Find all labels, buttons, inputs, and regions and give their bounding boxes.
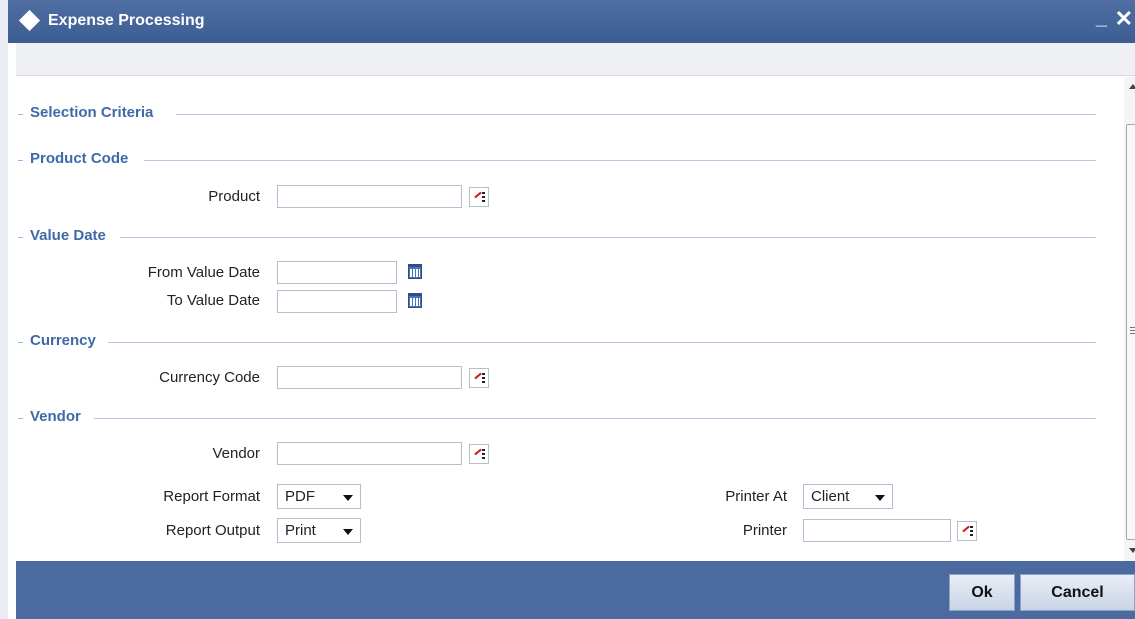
vendor-input[interactable]	[277, 442, 462, 465]
printer-at-value: Client	[811, 488, 850, 505]
vertical-scrollbar[interactable]	[1124, 77, 1135, 561]
product-label: Product	[208, 188, 260, 205]
list-of-values-icon	[962, 525, 970, 533]
section-dash	[18, 160, 23, 161]
list-of-values-icon	[474, 372, 482, 380]
chevron-down-icon	[343, 529, 353, 535]
currency-lov-button[interactable]	[469, 368, 489, 388]
form-content: Selection Criteria Product Code Product …	[16, 77, 1122, 561]
report-format-value: PDF	[285, 488, 315, 505]
section-divider	[176, 114, 1096, 115]
section-dash	[18, 114, 23, 115]
toolbar-strip	[16, 43, 1135, 76]
scroll-up-arrow-icon[interactable]	[1129, 84, 1135, 89]
vendor-lov-button[interactable]	[469, 444, 489, 464]
section-divider	[94, 418, 1096, 419]
section-selection-criteria: Selection Criteria	[16, 104, 1096, 126]
currency-code-label: Currency Code	[159, 369, 260, 386]
section-dash	[18, 342, 23, 343]
product-lov-button[interactable]	[469, 187, 489, 207]
section-divider	[120, 237, 1096, 238]
grip-icon	[1130, 327, 1135, 334]
title-bar: Expense Processing _ ✕	[8, 0, 1135, 43]
section-title: Value Date	[30, 227, 106, 244]
report-output-value: Print	[285, 522, 316, 539]
currency-code-input[interactable]	[277, 366, 462, 389]
printer-label: Printer	[742, 522, 787, 539]
printer-at-select[interactable]: Client	[803, 484, 893, 509]
report-output-label: Report Output	[165, 522, 260, 539]
to-value-date-label: To Value Date	[166, 292, 260, 309]
section-title: Vendor	[30, 408, 81, 425]
section-dash	[18, 418, 23, 419]
scroll-thumb[interactable]	[1126, 124, 1135, 540]
printer-input[interactable]	[803, 519, 951, 542]
report-format-select[interactable]: PDF	[277, 484, 361, 509]
product-input[interactable]	[277, 185, 462, 208]
chevron-down-icon	[875, 495, 885, 501]
window-title: Expense Processing	[48, 12, 205, 29]
chevron-down-icon	[343, 495, 353, 501]
section-vendor: Vendor	[16, 408, 1096, 430]
scroll-down-arrow-icon[interactable]	[1129, 548, 1135, 553]
vendor-label: Vendor	[212, 445, 260, 462]
close-button[interactable]: ✕	[1115, 8, 1133, 30]
cancel-button[interactable]: Cancel	[1020, 574, 1135, 611]
section-dash	[18, 237, 23, 238]
from-value-date-input[interactable]	[277, 261, 397, 284]
section-title: Selection Criteria	[30, 104, 154, 121]
printer-lov-button[interactable]	[957, 521, 977, 541]
section-title: Currency	[30, 332, 96, 349]
to-date-calendar-button[interactable]	[405, 291, 425, 311]
minimize-button[interactable]: _	[1096, 8, 1107, 28]
footer-bar: Ok Cancel	[16, 561, 1135, 619]
from-date-calendar-button[interactable]	[405, 262, 425, 282]
report-output-select[interactable]: Print	[277, 518, 361, 543]
list-of-values-icon	[474, 191, 482, 199]
section-divider	[108, 342, 1096, 343]
diamond-icon	[18, 9, 41, 32]
list-of-values-icon	[474, 448, 482, 456]
report-format-label: Report Format	[163, 488, 260, 505]
section-divider	[144, 160, 1096, 161]
expense-processing-window: Expense Processing _ ✕ Selection Criteri…	[0, 0, 1135, 619]
section-value-date: Value Date	[16, 227, 1096, 249]
ok-button[interactable]: Ok	[949, 574, 1015, 611]
section-currency: Currency	[16, 332, 1096, 354]
from-value-date-label: From Value Date	[147, 264, 260, 281]
to-value-date-input[interactable]	[277, 290, 397, 313]
section-title: Product Code	[30, 150, 129, 167]
section-product-code: Product Code	[16, 150, 1096, 172]
printer-at-label: Printer At	[725, 488, 787, 505]
